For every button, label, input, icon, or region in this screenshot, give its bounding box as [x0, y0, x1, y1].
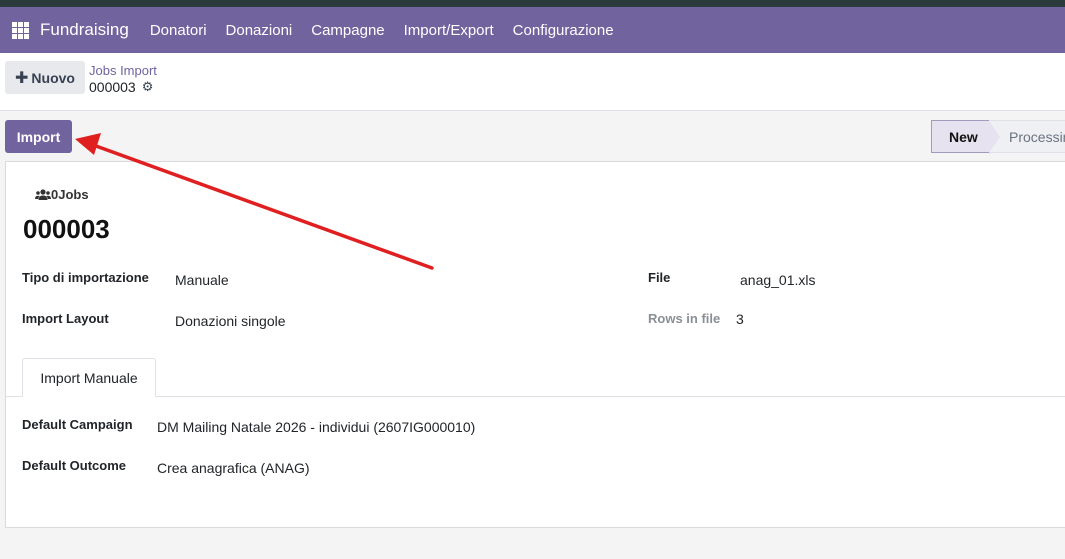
menu-configurazione[interactable]: Configurazione: [513, 22, 614, 39]
new-button-label: Nuovo: [31, 69, 75, 86]
label-import-layout: Import Layout: [22, 311, 109, 326]
top-navbar: Fundraising Donatori Donazioni Campagne …: [0, 7, 1065, 53]
record-title: 000003: [23, 214, 110, 244]
menu-donazioni[interactable]: Donazioni: [226, 22, 293, 39]
value-default-campaign[interactable]: DM Mailing Natale 2026 - individui (2607…: [157, 419, 475, 435]
breadcrumb-jobs-import[interactable]: Jobs Import: [89, 63, 157, 78]
gear-icon[interactable]: ⚙: [142, 79, 154, 95]
form-sheet: 0Jobs 000003 Tipo di importazione Manual…: [5, 161, 1065, 528]
import-button[interactable]: Import: [5, 120, 72, 153]
users-icon: [35, 188, 51, 200]
stage-new[interactable]: New: [931, 120, 1001, 154]
status-bar: Import New Processing: [0, 111, 1065, 161]
app-name[interactable]: Fundraising: [40, 20, 129, 40]
jobs-smart-button[interactable]: 0Jobs: [35, 187, 89, 202]
label-default-campaign: Default Campaign: [22, 417, 133, 432]
label-rows-in-file: Rows in file: [648, 311, 721, 326]
control-panel: ✚ Nuovo Jobs Import 000003 ⚙: [0, 53, 1065, 111]
record-breadcrumb: 000003 ⚙: [89, 79, 153, 95]
stage-processing[interactable]: Processing: [989, 120, 1065, 153]
value-tipo-importazione[interactable]: Manuale: [175, 272, 229, 288]
value-default-outcome[interactable]: Crea anagrafica (ANAG): [157, 460, 310, 476]
apps-grid-icon[interactable]: [0, 7, 40, 53]
plus-icon: ✚: [15, 69, 29, 87]
tabs-divider: [6, 396, 1065, 397]
new-button[interactable]: ✚ Nuovo: [5, 61, 85, 94]
label-file: File: [648, 270, 671, 285]
value-rows-in-file: 3: [736, 311, 744, 327]
menu-donatori[interactable]: Donatori: [150, 22, 207, 39]
value-file[interactable]: anag_01.xls: [740, 272, 816, 288]
label-tipo-importazione: Tipo di importazione: [22, 270, 149, 285]
value-import-layout[interactable]: Donazioni singole: [175, 313, 286, 329]
menu-campagne[interactable]: Campagne: [311, 22, 384, 39]
jobs-count-label: 0Jobs: [51, 187, 89, 202]
label-default-outcome: Default Outcome: [22, 458, 127, 473]
record-id: 000003: [89, 79, 136, 95]
browser-top-strip: [0, 0, 1065, 7]
tab-import-manuale[interactable]: Import Manuale: [22, 358, 156, 397]
menu-import-export[interactable]: Import/Export: [404, 22, 494, 39]
stage-pipeline: New Processing: [931, 120, 1065, 154]
